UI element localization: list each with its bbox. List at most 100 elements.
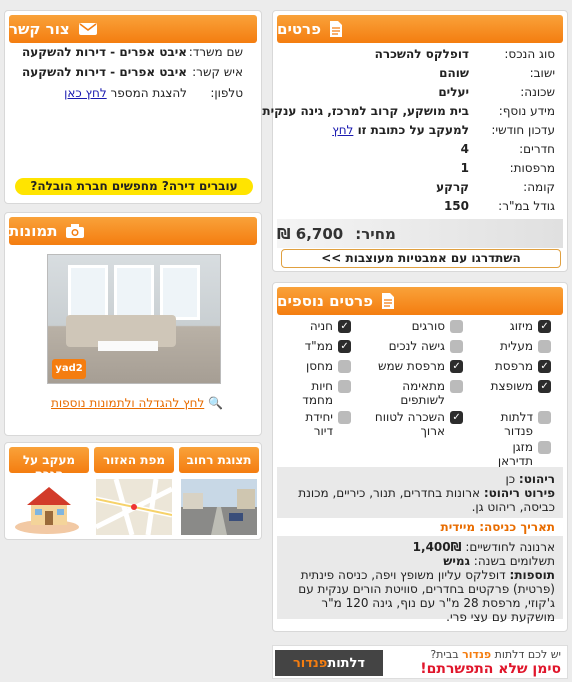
contact-header: צור קשר	[9, 15, 257, 43]
price-bar: מחיר: 6,700 ₪	[277, 219, 563, 248]
feature-label: משופצת	[490, 379, 533, 393]
extras-title: פרטים נוספים	[277, 292, 374, 310]
unchecked-checkbox-icon	[338, 360, 351, 373]
extras-panel: פרטים נוספים ✓ מיזוג סורגים ✓ חניה מעלית גישה …	[272, 282, 568, 632]
checked-checkbox-icon: ✓	[538, 380, 551, 393]
envelope-icon	[78, 21, 98, 37]
furniture-row: ריהוט: כן	[505, 472, 555, 486]
checked-checkbox-icon: ✓	[538, 360, 551, 373]
feature-checkbox[interactable]: מעלית	[491, 339, 551, 353]
property-tracking-thumbnail[interactable]	[11, 479, 87, 535]
unchecked-checkbox-icon	[450, 380, 463, 393]
checked-checkbox-icon: ✓	[538, 320, 551, 333]
feature-checkbox[interactable]: ✓ מרפסת שמש	[367, 359, 463, 373]
pandor-doors-banner[interactable]: דלתות פנדור יש לכם דלתות פנדור בבית? סימן…	[272, 645, 568, 679]
camera-icon	[65, 223, 85, 239]
detail-row-info: מידע נוסף:בית מושקע, קרוב למרכז, גינה ענ…	[262, 104, 555, 118]
feature-label: סורגים	[411, 319, 445, 333]
price-value: 6,700 ₪	[277, 224, 344, 243]
pandor-logo: דלתות פנדור	[275, 650, 383, 676]
detail-row-property-type: סוג הנכס:דופלקס להשכרה	[374, 47, 555, 61]
checked-checkbox-icon: ✓	[450, 411, 463, 424]
feature-label: דלתות פנדור	[500, 410, 533, 438]
tab-street-view[interactable]: תצוגת רחוב	[179, 447, 259, 473]
feature-checkbox[interactable]: מזגן תדיראן	[491, 440, 551, 468]
unchecked-checkbox-icon	[450, 340, 463, 353]
checked-checkbox-icon: ✓	[450, 360, 463, 373]
street-view-thumbnail[interactable]	[181, 479, 257, 535]
feature-label: מעלית	[499, 339, 533, 353]
document-icon	[381, 292, 395, 310]
feature-label: מתאימה לשותפים	[400, 379, 445, 407]
area-map-thumbnail[interactable]	[96, 479, 172, 535]
tab-property-tracking[interactable]: מעקב על הנכס	[9, 447, 89, 473]
detail-row-city: ישוב:שוהם	[439, 66, 555, 80]
details-title: פרטים	[277, 20, 321, 38]
feature-checkbox[interactable]: ✓ משופצת	[491, 379, 551, 393]
feature-checkbox[interactable]: מתאימה לשותפים	[367, 379, 463, 407]
unchecked-checkbox-icon	[538, 340, 551, 353]
photos-title: תמונות	[9, 222, 58, 240]
contact-panel: צור קשר שם משרד:איבט אפרים - דירות להשקע…	[4, 10, 262, 204]
payments-row: תשלומים בשנה: גמיש	[443, 554, 555, 568]
feature-checkbox[interactable]: ✓ מרפסת	[491, 359, 551, 373]
photos-header: תמונות	[9, 217, 257, 245]
unchecked-checkbox-icon	[338, 380, 351, 393]
additions-row: תוספות: דופלקס עליון משופץ ויפה, כניסה פ…	[298, 568, 555, 624]
feature-checkbox[interactable]: סורגים	[367, 319, 463, 333]
feature-label: מרפסת שמש	[377, 359, 445, 373]
detail-row-floor: קומה:קרקע	[436, 180, 555, 194]
feature-checkbox[interactable]: חיות מחמד	[287, 379, 351, 407]
furniture-detail-row: פירוט ריהוט: ארונות בחדרים, תנור, כיריים…	[298, 486, 555, 514]
contact-row-phone: טלפון:להצגת המספר לחץ כאן	[64, 86, 243, 100]
unchecked-checkbox-icon	[338, 411, 351, 424]
price-label: מחיר:	[355, 224, 396, 243]
feature-label: מחסן	[305, 359, 333, 373]
feature-label: חיות מחמד	[302, 379, 333, 407]
feature-label: יחידת דיור	[305, 410, 333, 438]
banner-line2: סימן שלא התפשרתם!	[420, 661, 561, 677]
feature-checkbox[interactable]: ✓ ממ"ד	[287, 339, 351, 353]
extras-header: פרטים נוספים	[277, 287, 563, 315]
monthly-update-link[interactable]: לחץ	[332, 123, 353, 137]
feature-label: גישה לנכים	[388, 339, 445, 353]
contact-row-office: שם משרד:איבט אפרים - דירות להשקעה	[22, 45, 243, 59]
feature-checkbox[interactable]: ✓ חניה	[287, 319, 351, 333]
maps-panel: תצוגת רחוב מפת האזור מעקב על הנכס	[4, 442, 262, 540]
checked-checkbox-icon: ✓	[338, 320, 351, 333]
banner-text: יש לכם דלתות פנדור בבית? סימן שלא התפשרת…	[420, 648, 561, 677]
arnona-row: ארנונה לחודשיים: 1,400₪	[412, 540, 555, 554]
property-photo[interactable]: yad2	[47, 254, 221, 384]
feature-checkbox[interactable]: ✓ השכרה לטווח ארוך	[367, 410, 463, 438]
feature-checkbox[interactable]: יחידת דיור	[287, 410, 351, 438]
zoom-icon: 🔍	[208, 396, 224, 410]
photos-panel: תמונות yad2 🔍 לחץ להגדלה ולתמונות נוספות	[4, 212, 262, 436]
detail-row-balconies: מרפסות:1	[460, 161, 555, 175]
show-phone-link[interactable]: לחץ כאן	[64, 86, 107, 100]
tab-area-map[interactable]: מפת האזור	[94, 447, 174, 473]
feature-label: מזגן תדיראן	[497, 440, 533, 468]
yad2-logo: yad2	[52, 359, 86, 379]
bathtubs-ad-button[interactable]: השתדרגו עם אמבטיות מעוצבות >>	[281, 249, 561, 268]
unchecked-checkbox-icon	[538, 411, 551, 424]
checked-checkbox-icon: ✓	[338, 340, 351, 353]
feature-checkbox[interactable]: גישה לנכים	[367, 339, 463, 353]
banner-line1: יש לכם דלתות פנדור בבית?	[430, 648, 561, 661]
contact-row-person: איש קשר:איבט אפרים - דירות להשקעה	[22, 65, 243, 79]
feature-label: ממ"ד	[304, 339, 333, 353]
detail-row-monthly-update: עדכון חודשי:למעקב על כתובת זו לחץ	[332, 123, 555, 137]
document-icon	[329, 20, 343, 38]
feature-label: חניה	[309, 319, 333, 333]
enlarge-row: 🔍 לחץ להגדלה ולתמונות נוספות	[51, 396, 223, 410]
detail-row-neighborhood: שכונה:יעלים	[438, 85, 555, 99]
enlarge-photos-link[interactable]: לחץ להגדלה ולתמונות נוספות	[51, 396, 204, 410]
extra-info-box: ריהוט: כן פירוט ריהוט: ארונות בחדרים, תנ…	[277, 467, 563, 624]
entry-date: תאריך כניסה: מיידית	[277, 518, 563, 536]
moving-company-button[interactable]: עוברים דירה? מחפשים חברת הובלה?	[15, 178, 253, 195]
feature-checkbox[interactable]: ✓ מיזוג	[491, 319, 551, 333]
feature-label: השכרה לטווח ארוך	[374, 410, 445, 438]
feature-checkbox[interactable]: דלתות פנדור	[491, 410, 551, 438]
contact-title: צור קשר	[9, 20, 70, 38]
details-panel: פרטים סוג הנכס:דופלקס להשכרה ישוב:שוהם ש…	[262, 10, 568, 272]
feature-checkbox[interactable]: מחסן	[287, 359, 351, 373]
